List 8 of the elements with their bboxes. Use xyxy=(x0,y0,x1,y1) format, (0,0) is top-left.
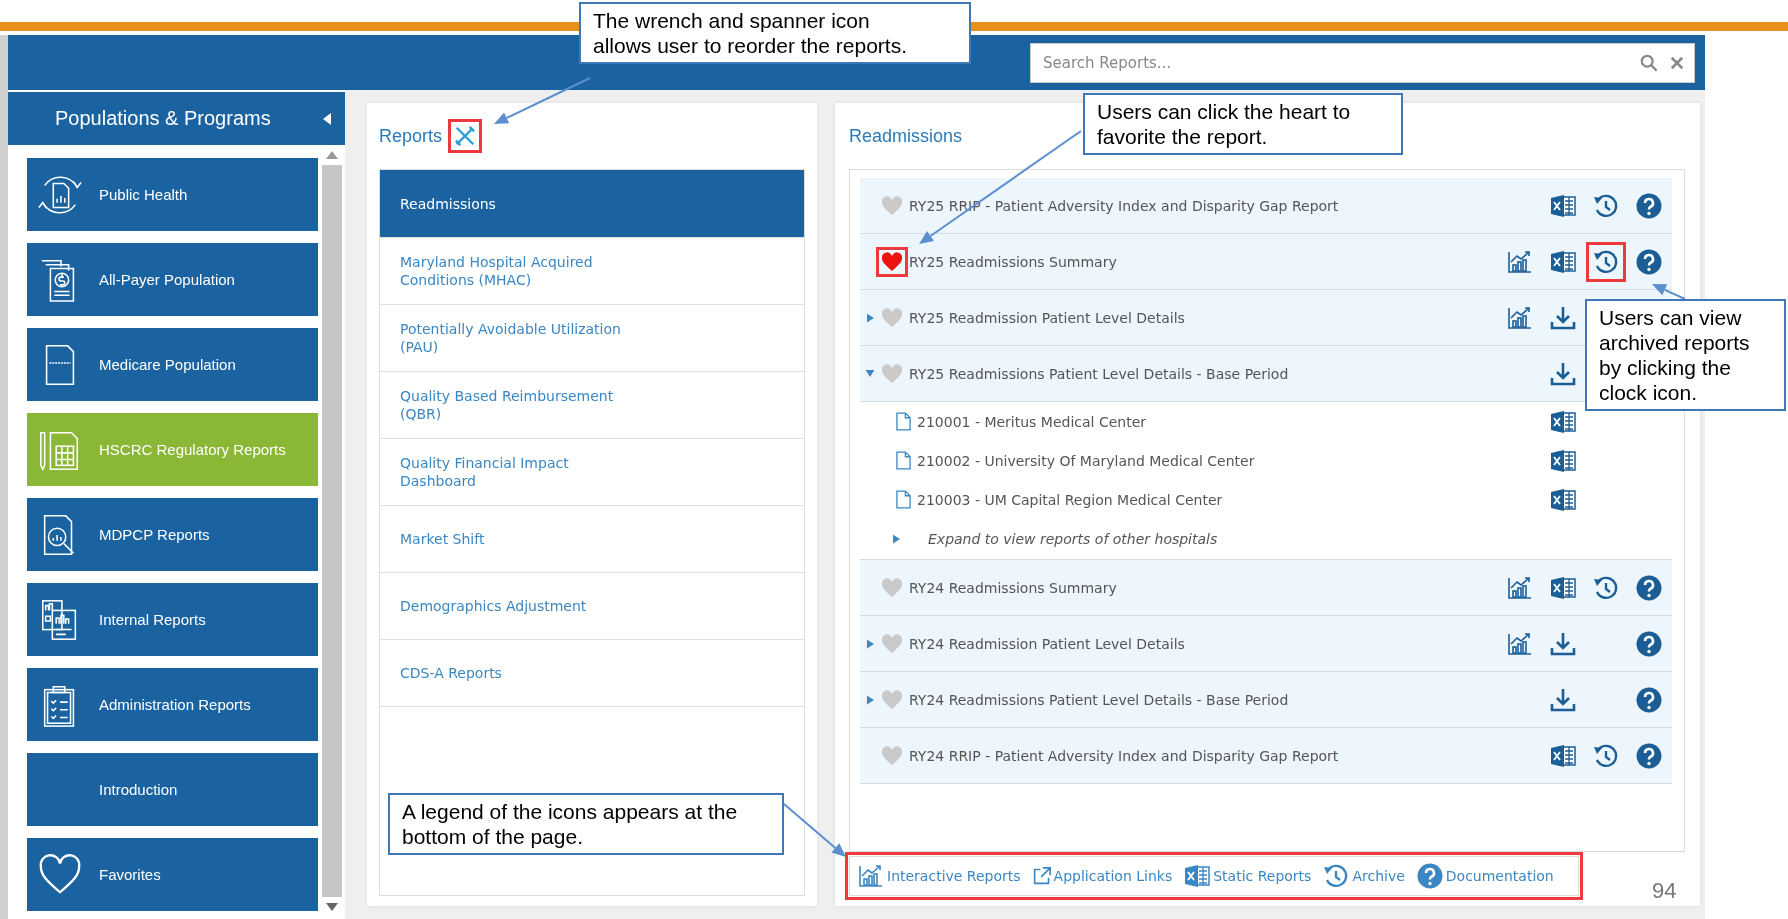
page-number: 94 xyxy=(1652,878,1677,904)
annotation-tooltip: Users can view archived reports by clicking the clock icon. xyxy=(1585,299,1786,411)
annotation-tooltip: Users can click the heart to favorite the report. xyxy=(1083,93,1403,155)
panel-title: Readmissions xyxy=(849,125,963,147)
panel-title: Reports xyxy=(379,125,443,147)
annotation-tooltip: A legend of the icons appears at the bottom of the page. xyxy=(388,793,784,855)
sidebar-title: Populations & Programs xyxy=(55,107,271,130)
annotation-tooltip: The wrench and spanner icon allows user to reorder the reports. xyxy=(579,2,971,64)
